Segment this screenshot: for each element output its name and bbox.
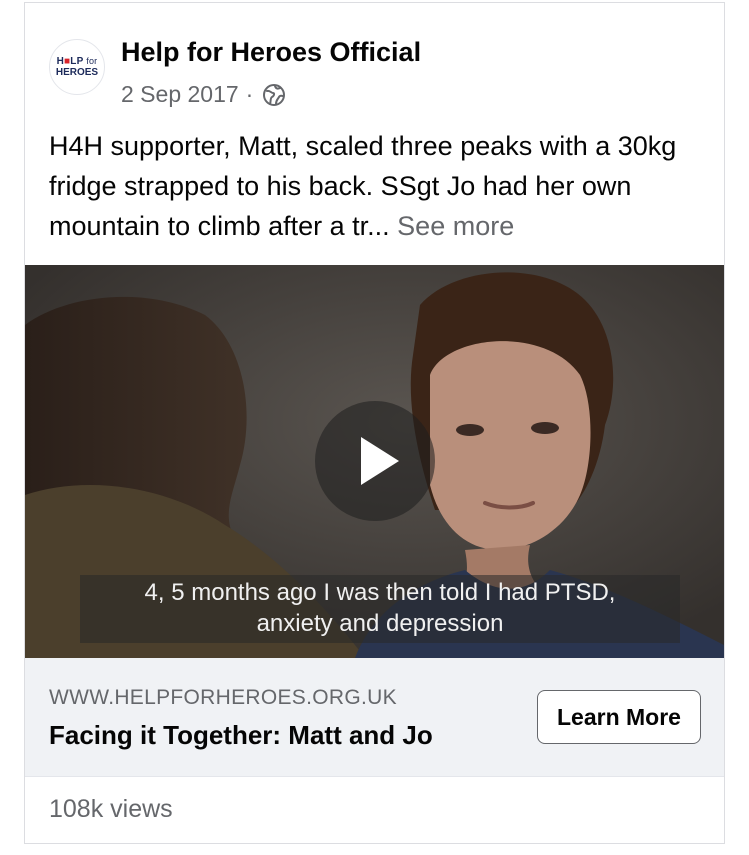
link-domain: WWW.HELPFORHEROES.ORG.UK	[49, 686, 397, 709]
post-meta: 2 Sep 2017 ·	[121, 81, 286, 108]
post-header: H■LP for HEROES Help for Heroes Official…	[25, 3, 724, 113]
video-caption: 4, 5 months ago I was then told I had PT…	[80, 575, 680, 643]
post-footer: 108k views	[25, 776, 724, 843]
globe-icon	[262, 83, 286, 107]
link-title[interactable]: Facing it Together: Matt and Jo	[49, 720, 433, 751]
meta-separator: ·	[245, 81, 254, 107]
logo-wordmark: H■LP for	[56, 56, 98, 67]
avatar[interactable]: H■LP for HEROES	[49, 39, 105, 95]
video-player[interactable]: 4, 5 months ago I was then told I had PT…	[25, 265, 724, 658]
see-more-link[interactable]: See more	[397, 211, 514, 241]
play-button[interactable]	[315, 401, 435, 521]
page-name[interactable]: Help for Heroes Official	[121, 37, 421, 68]
post-card: H■LP for HEROES Help for Heroes Official…	[24, 2, 725, 844]
link-preview[interactable]: WWW.HELPFORHEROES.ORG.UK Facing it Toget…	[25, 658, 724, 776]
post-text: H4H supporter, Matt, scaled three peaks …	[49, 126, 709, 246]
learn-more-button[interactable]: Learn More	[537, 690, 701, 744]
caption-line: anxiety and depression	[256, 610, 504, 637]
logo-wordmark-heroes: HEROES	[55, 67, 99, 78]
view-count: 108k views	[49, 795, 173, 823]
post-body: H4H supporter, Matt, scaled three peaks …	[49, 131, 677, 241]
play-icon	[361, 437, 399, 485]
caption-line: 4, 5 months ago I was then told I had PT…	[144, 579, 616, 606]
post-date[interactable]: 2 Sep 2017	[121, 81, 239, 108]
